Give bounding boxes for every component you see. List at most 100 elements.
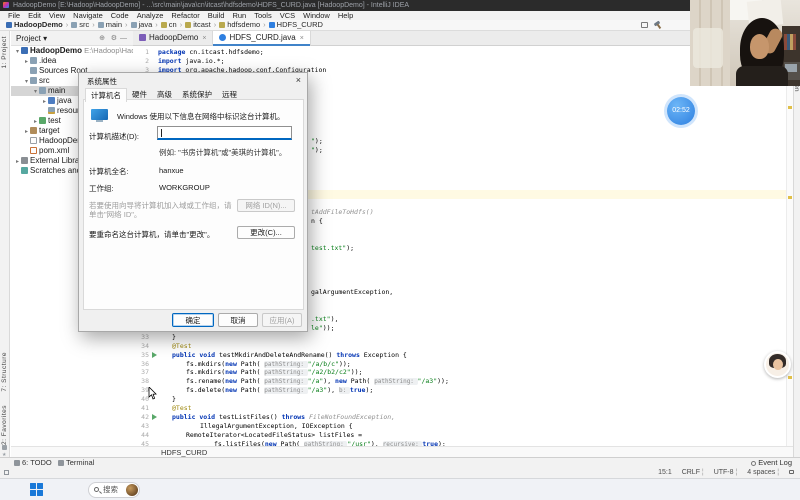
- code-token: n {: [311, 217, 323, 225]
- editor-tab-HadoopDemo[interactable]: HadoopDemo ×: [133, 31, 214, 46]
- folder-icon: [30, 77, 37, 84]
- idea-logo-icon: [3, 2, 9, 8]
- breadcrumb-java[interactable]: java: [130, 20, 152, 30]
- event-log-icon: [751, 461, 757, 466]
- breadcrumb-separator: ›: [213, 20, 217, 29]
- change-button[interactable]: 更改(C)...: [237, 226, 295, 239]
- menu-view[interactable]: View: [45, 11, 69, 20]
- line-number: 41: [141, 404, 149, 412]
- hide-panel-icon[interactable]: —: [120, 31, 127, 46]
- package-icon: [185, 22, 192, 28]
- code-token: cn.itcast.hdfsdemo;: [189, 48, 264, 56]
- tab-close-icon[interactable]: ×: [300, 35, 304, 42]
- search-daily-image[interactable]: [126, 484, 138, 496]
- tool-window-bar: 6: TODO Terminal Event Log: [0, 457, 800, 468]
- tool-window-icon[interactable]: [641, 22, 648, 28]
- menu-analyze[interactable]: Analyze: [133, 11, 168, 20]
- locate-icon[interactable]: ⊕: [99, 31, 105, 46]
- menu-file[interactable]: File: [4, 11, 24, 20]
- start-button[interactable]: [30, 483, 43, 496]
- menu-edit[interactable]: Edit: [24, 11, 45, 20]
- code-token: @Test: [172, 342, 192, 350]
- assistant-avatar[interactable]: [764, 351, 791, 378]
- taskbar-search[interactable]: 搜索: [88, 482, 140, 498]
- code-token: "/a": [307, 377, 324, 385]
- folder-icon: [39, 87, 46, 94]
- run-test-icon[interactable]: [152, 352, 157, 358]
- project-view-selector[interactable]: Project ▾: [16, 31, 47, 46]
- code-token: fs.delete(: [186, 386, 226, 394]
- code-token: pathString:: [374, 378, 418, 385]
- stripe-project-button[interactable]: 1: Project: [1, 36, 8, 68]
- line-ending[interactable]: CRLF: [682, 469, 700, 476]
- code-token: test.txt": [311, 244, 347, 252]
- terminal-toolwindow-button[interactable]: Terminal: [58, 458, 94, 468]
- code-line: fs.rename(new Path( pathString: "/a"), n…: [186, 377, 449, 385]
- scroll-mark: [788, 376, 792, 379]
- code-token: new: [225, 360, 241, 368]
- code-line: public void testListFiles() throws FileN…: [172, 413, 395, 421]
- stripe-icon[interactable]: [2, 445, 7, 450]
- breadcrumb-label: hdfsdemo: [227, 20, 261, 29]
- breadcrumb-HadoopDemo[interactable]: HadoopDemo: [6, 20, 63, 30]
- lock-icon[interactable]: [789, 470, 794, 474]
- tree-item-HadoopDemo[interactable]: ▾HadoopDemo E:\Hadoop\HadoopDemo: [11, 46, 133, 56]
- breadcrumb-separator: ›: [65, 20, 69, 29]
- breadcrumb-separator: ›: [92, 20, 95, 29]
- gear-icon[interactable]: ⚙: [111, 31, 117, 46]
- workgroup-label: 工作组:: [89, 184, 114, 193]
- menu-build[interactable]: Build: [204, 11, 229, 20]
- menu-code[interactable]: Code: [107, 11, 133, 20]
- code-token: ),: [330, 315, 339, 323]
- tree-item-label: main: [48, 86, 66, 95]
- run-test-icon[interactable]: [152, 414, 157, 420]
- tab-close-icon[interactable]: ×: [202, 35, 206, 42]
- code-token: }: [172, 395, 176, 403]
- menu-tools[interactable]: Tools: [250, 11, 276, 20]
- caret-position[interactable]: 15:1: [658, 469, 672, 476]
- indent-setting[interactable]: 4 spaces: [747, 469, 775, 476]
- status-corner-icon[interactable]: [4, 470, 9, 475]
- file-breadcrumb[interactable]: HDFS_CURD: [161, 448, 207, 457]
- menu-navigate[interactable]: Navigate: [69, 11, 107, 20]
- code-token: new: [225, 368, 241, 376]
- recording-timer[interactable]: 02:52: [667, 97, 695, 125]
- encoding[interactable]: UTF-8: [714, 469, 734, 476]
- code-token: Path(: [240, 377, 265, 385]
- network-id-button[interactable]: 网络 ID(N)...: [237, 199, 295, 212]
- menu-vcs[interactable]: VCS: [276, 11, 299, 20]
- code-token: @Test: [172, 404, 192, 412]
- cancel-button[interactable]: 取消: [218, 313, 258, 327]
- menu-window[interactable]: Window: [299, 11, 334, 20]
- tree-item-.idea[interactable]: ▸ .idea: [11, 56, 133, 66]
- breadcrumb-HDFS_CURD[interactable]: HDFS_CURD: [268, 20, 323, 30]
- breadcrumb-src[interactable]: src: [71, 20, 89, 30]
- todo-icon: [14, 460, 20, 466]
- breadcrumb-hdfsdemo[interactable]: hdfsdemo: [219, 20, 260, 30]
- code-token: pathString:: [264, 361, 308, 368]
- computer-description-input[interactable]: [157, 126, 292, 140]
- code-token: );: [365, 386, 374, 394]
- stripe-structure-button[interactable]: 7: Structure: [1, 352, 8, 392]
- todo-toolwindow-button[interactable]: 6: TODO: [14, 458, 52, 468]
- event-log-button[interactable]: Event Log: [751, 458, 792, 468]
- breadcrumb-label: itcast: [193, 20, 211, 29]
- editor-scrollbar[interactable]: [786, 46, 793, 446]
- breadcrumb-itcast[interactable]: itcast: [185, 20, 211, 30]
- editor-tab-HDFS_CURD.java[interactable]: HDFS_CURD.java ×: [213, 31, 311, 46]
- breadcrumb-label: HadoopDemo: [14, 20, 63, 29]
- package-icon: [219, 22, 226, 28]
- menu-refactor[interactable]: Refactor: [167, 11, 203, 20]
- desktop: HadoopDemo [E:\Hadoop\HadoopDemo] - ...\…: [0, 0, 800, 500]
- apply-button[interactable]: 应用(A): [262, 313, 302, 327]
- stripe-favorites-button[interactable]: 2: Favorites: [1, 405, 8, 445]
- build-hammer-icon[interactable]: [653, 20, 662, 29]
- breadcrumb-cn[interactable]: cn: [160, 20, 177, 30]
- dialog-close-button[interactable]: ×: [296, 75, 301, 85]
- menu-run[interactable]: Run: [228, 11, 250, 20]
- menu-help[interactable]: Help: [334, 11, 357, 20]
- code-token: pathString:: [264, 378, 308, 385]
- dialog-tab-计算机名[interactable]: 计算机名: [85, 88, 127, 102]
- breadcrumb-main[interactable]: main: [97, 20, 122, 30]
- ok-button[interactable]: 确定: [172, 313, 214, 327]
